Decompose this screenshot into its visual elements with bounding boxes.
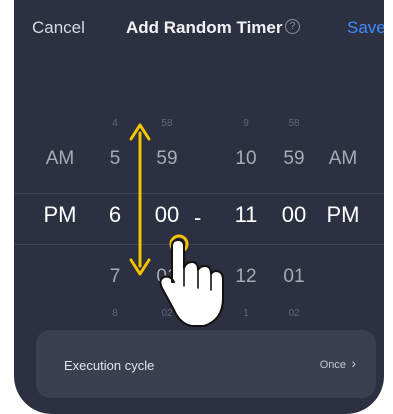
end-ampm-selected: PM <box>326 202 360 227</box>
end-minute-wheel[interactable]: 58 59 00 01 02 <box>276 100 312 330</box>
start-hour-lower: 7 <box>109 266 121 287</box>
help-circle-icon[interactable]: ? <box>285 19 300 34</box>
start-ampm-wheel[interactable]: AM PM <box>40 100 80 330</box>
end-minute-faint-top: 58 <box>288 118 300 129</box>
end-ampm-wheel[interactable]: AM PM <box>322 100 364 330</box>
end-hour-selected: 11 <box>234 202 258 227</box>
end-hour-faint-top: 9 <box>243 118 249 129</box>
cancel-button[interactable]: Cancel <box>32 18 85 38</box>
end-minute-selected: 00 <box>281 202 307 227</box>
start-minute-faint-top: 58 <box>161 118 173 129</box>
start-hour-selected: 6 <box>108 202 122 227</box>
save-button[interactable]: Save <box>347 18 384 38</box>
end-minute-faint-bottom: 02 <box>288 308 300 319</box>
end-hour-upper: 10 <box>235 148 257 169</box>
start-hour-faint-bottom: 8 <box>112 308 118 319</box>
execution-cycle-label: Execution cycle <box>64 358 155 373</box>
chevron-right-icon: › <box>351 355 356 371</box>
start-minute-faint-bottom: 02 <box>161 308 173 319</box>
execution-cycle-value: Once <box>319 359 346 371</box>
time-range-separator: - <box>194 205 202 230</box>
start-hour-faint-top: 4 <box>112 118 118 129</box>
top-bar: Cancel Add Random Timer ? Save <box>14 0 384 60</box>
end-hour-faint-bottom: 1 <box>243 308 249 319</box>
start-ampm-selected: PM <box>43 202 77 227</box>
start-minute-wheel[interactable]: 58 59 00 01 02 <box>149 100 185 330</box>
execution-cycle-row[interactable]: Execution cycle Once › <box>36 330 376 398</box>
phone-screen: Cancel Add Random Timer ? Save AM PM 4 5… <box>14 0 384 414</box>
start-hour-wheel[interactable]: 4 5 6 7 8 <box>102 100 128 330</box>
start-minute-selected: 00 <box>154 202 180 227</box>
end-minute-lower: 01 <box>283 266 305 287</box>
start-minute-upper: 59 <box>156 148 178 169</box>
start-hour-upper: 5 <box>109 148 121 169</box>
start-minute-lower: 01 <box>156 266 178 287</box>
end-ampm-upper: AM <box>328 148 358 169</box>
end-hour-wheel[interactable]: 9 10 11 12 1 <box>228 100 264 330</box>
end-minute-upper: 59 <box>283 148 305 169</box>
page-title: Add Random Timer <box>126 18 283 37</box>
start-ampm-upper: AM <box>45 148 75 169</box>
end-hour-lower: 12 <box>235 266 257 287</box>
